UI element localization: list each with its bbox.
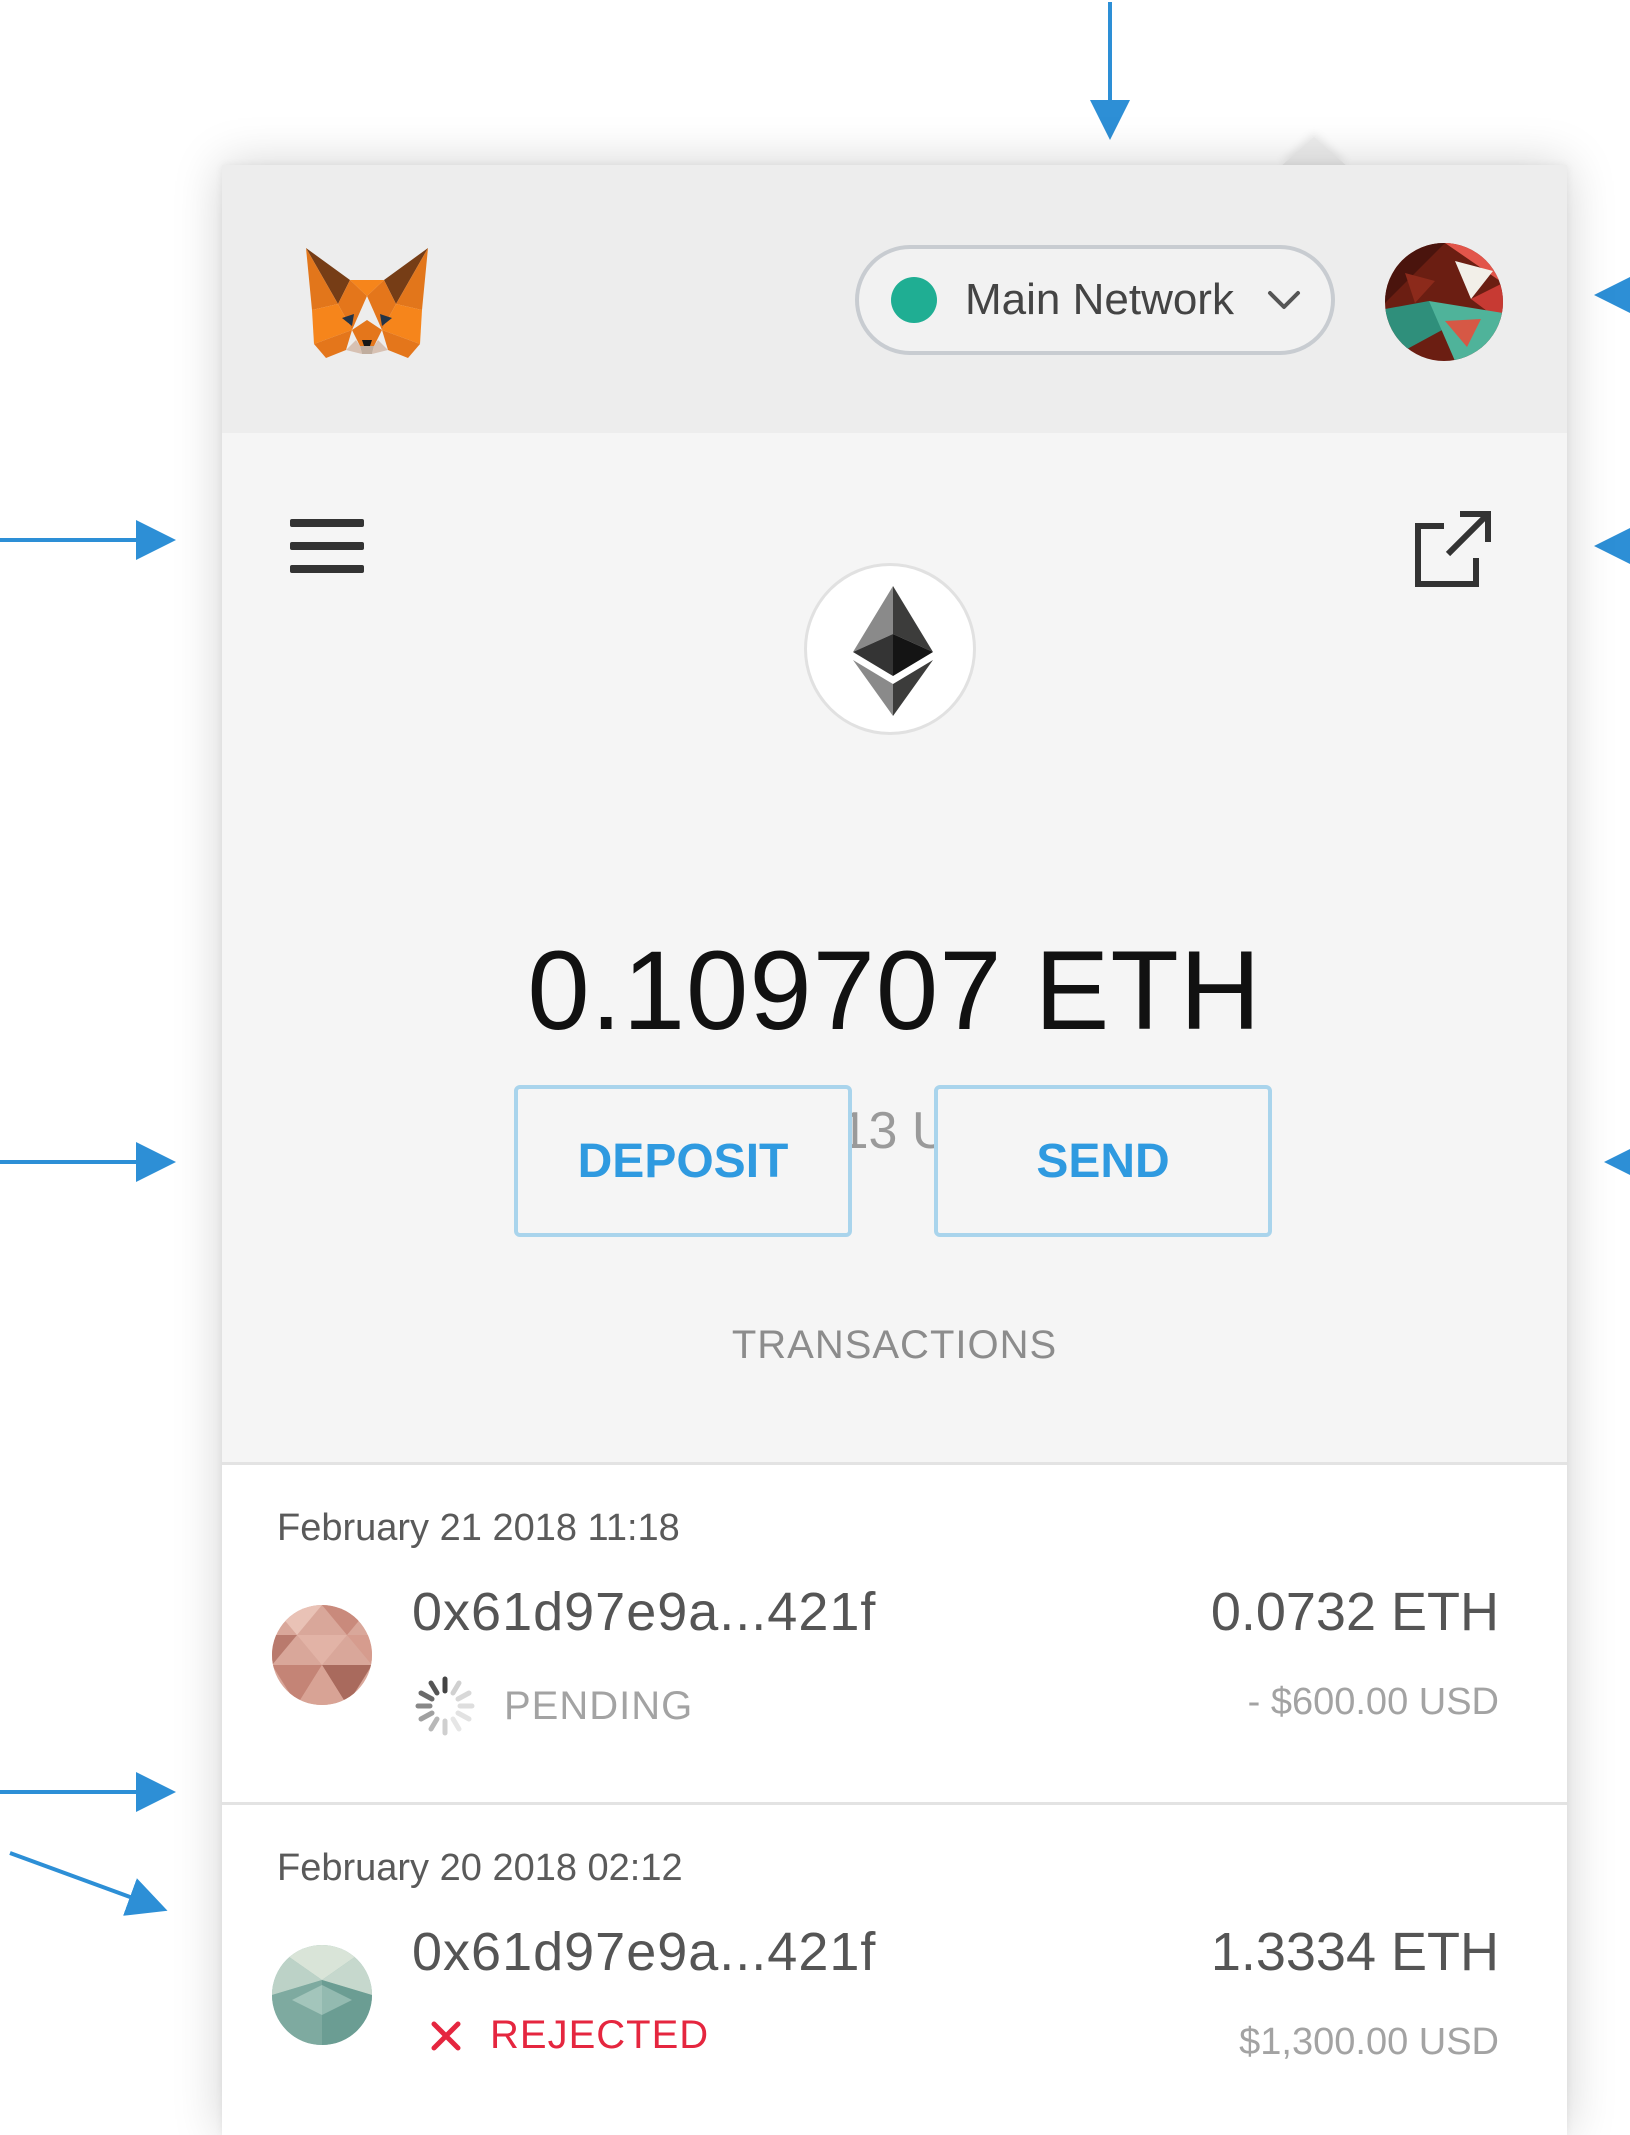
usd-balance: 96.13 USD (767, 1102, 1022, 1160)
chevron-down-icon (1264, 285, 1304, 315)
transaction-list: February 21 2018 11:18 0x61d97e9a...421f (222, 1462, 1567, 2135)
account-identicon[interactable] (1385, 243, 1503, 361)
ethereum-token-badge (804, 563, 976, 735)
transaction-fiat-amount: $1,300.00 USD (1239, 2021, 1499, 2063)
x-icon (426, 2016, 466, 2056)
transaction-status: REJECTED (412, 2013, 709, 2058)
metamask-fox-logo (302, 240, 432, 365)
status-pending-label: PENDING (504, 1683, 694, 1728)
send-button[interactable]: SEND (934, 1085, 1272, 1237)
popup-notch (1280, 137, 1348, 167)
network-selector[interactable]: Main Network (855, 245, 1335, 355)
network-status-dot (891, 277, 937, 323)
transaction-status: PENDING (412, 1673, 693, 1739)
transaction-identicon (272, 1605, 372, 1705)
transaction-date: February 20 2018 02:12 (277, 1847, 683, 1889)
network-label: Main Network (965, 275, 1234, 324)
status-rejected-label: REJECTED (490, 2013, 710, 2057)
transaction-date: February 21 2018 11:18 (277, 1507, 680, 1549)
open-in-new-tab-icon[interactable] (1410, 508, 1494, 592)
transaction-identicon (272, 1945, 372, 2045)
annotation-arrow-tx-date (9, 1851, 168, 1916)
transaction-address: 0x61d97e9a...421f (412, 1582, 877, 1642)
transaction-row[interactable]: February 20 2018 02:12 0x61d97e9a...421f (222, 1805, 1567, 2135)
loading-spinner-icon (412, 1673, 478, 1739)
hamburger-menu-icon[interactable] (290, 517, 364, 575)
metamask-popup: Main Network 0.109707 ETH 96.13 USD DEPO… (222, 165, 1567, 2135)
transaction-fiat-amount: - $600.00 USD (1247, 1681, 1499, 1723)
transactions-heading: TRANSACTIONS (731, 1323, 1058, 1367)
transaction-address: 0x61d97e9a...421f (412, 1922, 877, 1982)
deposit-button[interactable]: DEPOSIT (514, 1085, 852, 1237)
app-header: Main Network (222, 165, 1567, 433)
transaction-amount: 0.0732 ETH (1210, 1582, 1499, 1642)
transaction-row[interactable]: February 21 2018 11:18 0x61d97e9a...421f (222, 1465, 1567, 1805)
transaction-amount: 1.3334 ETH (1210, 1922, 1499, 1982)
eth-balance: 0.109707 ETH (527, 928, 1262, 1053)
ethereum-icon (853, 586, 933, 716)
